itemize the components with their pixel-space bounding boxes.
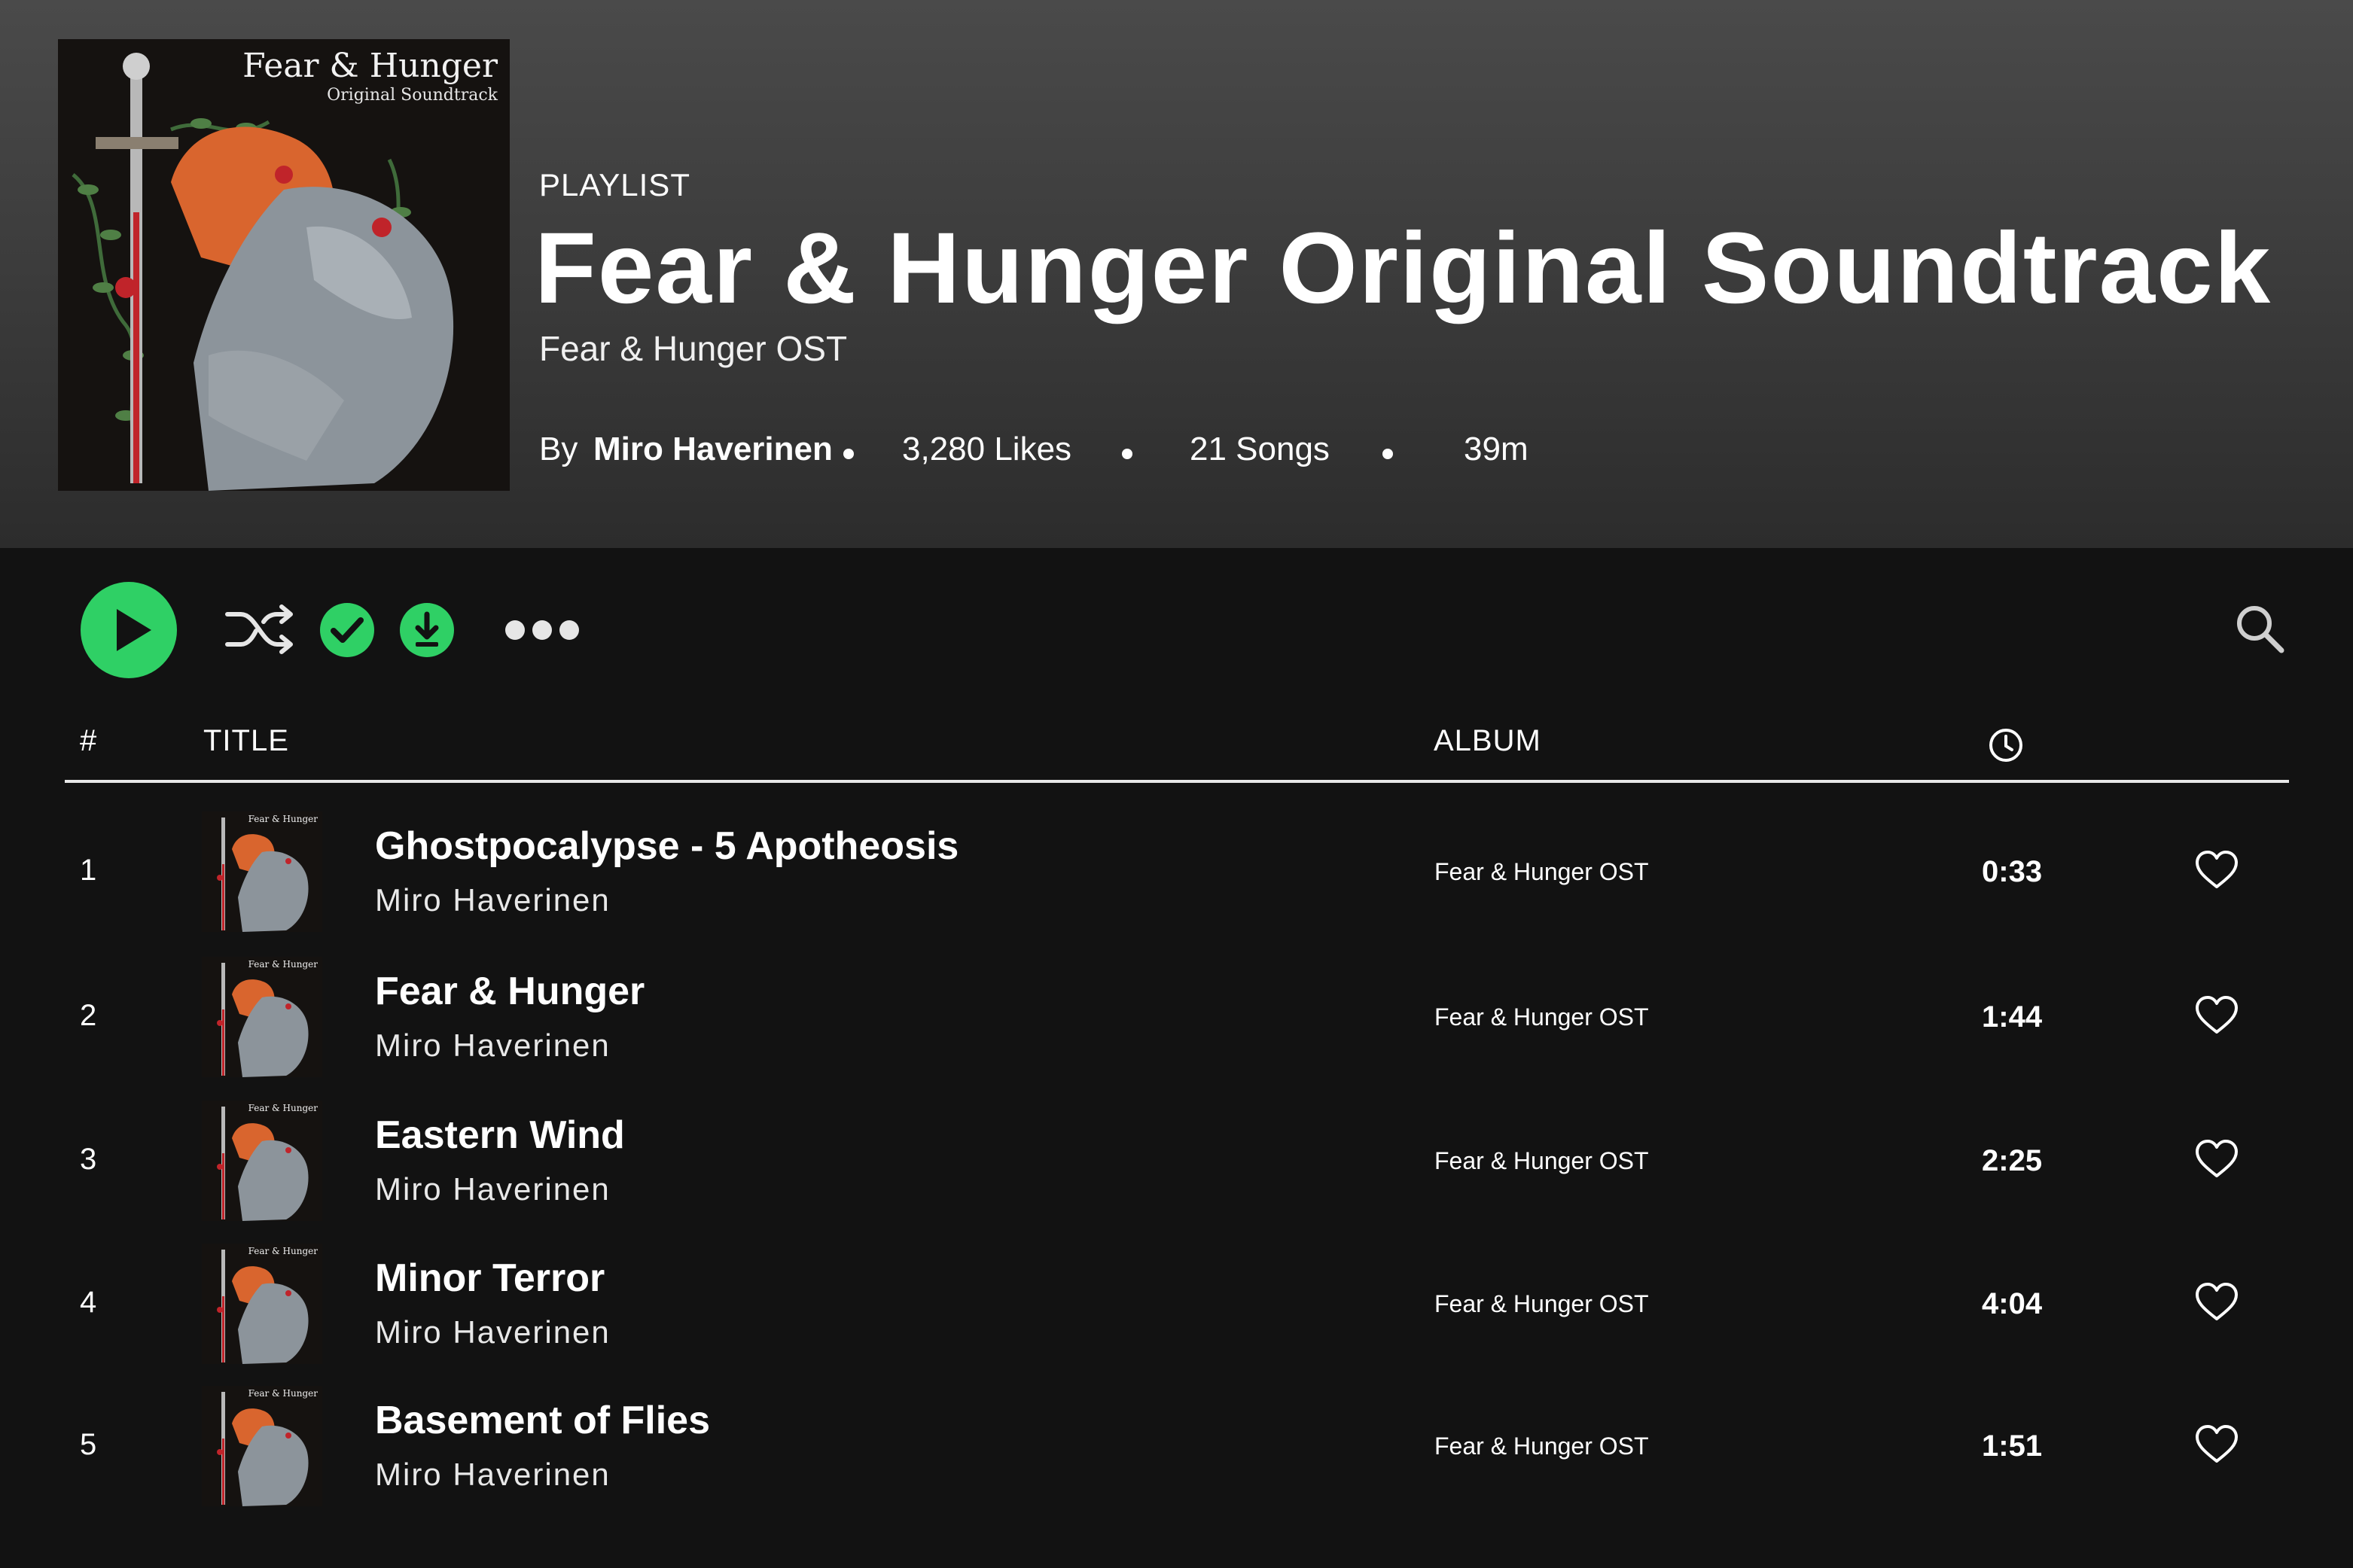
play-icon (117, 609, 151, 651)
track-thumbnail: Fear & Hunger (202, 811, 322, 932)
check-icon[interactable] (319, 602, 375, 658)
track-album[interactable]: Fear & Hunger OST (1434, 1433, 1649, 1460)
track-row[interactable]: 5 Fear & Hunger Basement of Flies Miro Have… (0, 1374, 2353, 1517)
heart-icon[interactable] (2194, 1281, 2239, 1323)
by-label: By (539, 431, 578, 467)
cover-title: Fear & Hunger (242, 47, 498, 85)
track-artist[interactable]: Miro Haverinen (375, 1171, 611, 1207)
track-album[interactable]: Fear & Hunger OST (1434, 1003, 1649, 1031)
meta-separator (1382, 449, 1393, 459)
track-album[interactable]: Fear & Hunger OST (1434, 1290, 1649, 1318)
heart-icon[interactable] (2194, 1423, 2239, 1466)
track-artist[interactable]: Miro Haverinen (375, 1314, 611, 1350)
heart-icon[interactable] (2194, 994, 2239, 1037)
svg-text:Fear & Hunger: Fear & Hunger (248, 1388, 319, 1399)
track-thumbnail: Fear & Hunger (202, 957, 322, 1077)
track-row[interactable]: 1 Fear & Hunger Ghostpocalypse - 5 Apotheo… (0, 799, 2353, 942)
track-row[interactable]: 4 Fear & Hunger Minor Terror Miro Haverinen… (0, 1232, 2353, 1375)
shuffle-icon[interactable] (224, 602, 295, 656)
track-number: 2 (80, 999, 97, 1032)
cover-art-illustration (58, 39, 510, 491)
likes-count: 3,280 Likes (902, 431, 1072, 467)
track-title[interactable]: Ghostpocalypse - 5 Apotheosis (375, 824, 959, 869)
heart-icon[interactable] (2194, 849, 2239, 891)
track-artist[interactable]: Miro Haverinen (375, 1028, 611, 1064)
track-title[interactable]: Eastern Wind (375, 1113, 625, 1158)
page-title: Fear & Hunger Original Soundtrack (535, 212, 2272, 324)
search-icon[interactable] (2233, 602, 2286, 655)
track-row[interactable]: 3 Fear & Hunger Eastern Wind Miro Haverinen… (0, 1088, 2353, 1232)
svg-text:Fear & Hunger: Fear & Hunger (248, 1246, 319, 1256)
track-row[interactable]: 2 Fear & Hunger Fear & Hunger Miro Haverine… (0, 945, 2353, 1088)
track-number: 5 (80, 1428, 97, 1461)
column-header-album[interactable]: ALBUM (1434, 724, 1541, 758)
playlist-type-label: PLAYLIST (539, 167, 690, 202)
svg-text:Fear & Hunger: Fear & Hunger (248, 1103, 319, 1113)
track-duration: 1:51 (1982, 1429, 2043, 1463)
songs-count: 21 Songs (1190, 431, 1330, 467)
column-header-title[interactable]: TITLE (203, 724, 289, 758)
track-thumbnail: Fear & Hunger (202, 1244, 322, 1364)
track-duration: 2:25 (1982, 1144, 2043, 1177)
track-duration: 1:44 (1982, 1000, 2043, 1034)
track-artist[interactable]: Miro Haverinen (375, 882, 611, 918)
track-number: 1 (80, 854, 97, 887)
download-icon[interactable] (399, 602, 455, 658)
track-thumbnail: Fear & Hunger (202, 1101, 322, 1221)
track-title[interactable]: Basement of Flies (375, 1398, 710, 1443)
playlist-cover: Fear & Hunger Original Soundtrack (58, 39, 510, 491)
header-divider (65, 780, 2289, 783)
heart-icon[interactable] (2194, 1138, 2239, 1180)
column-header-number: # (80, 724, 98, 757)
cover-subtitle: Original Soundtrack (327, 86, 498, 105)
total-duration: 39m (1464, 431, 1529, 467)
playlist-description: Fear & Hunger OST (539, 329, 848, 368)
track-duration: 4:04 (1982, 1287, 2043, 1320)
more-icon[interactable] (503, 617, 581, 643)
track-number: 4 (80, 1286, 97, 1319)
track-thumbnail: Fear & Hunger (202, 1386, 322, 1506)
track-album[interactable]: Fear & Hunger OST (1434, 858, 1649, 886)
play-button[interactable] (81, 582, 177, 678)
meta-separator (843, 449, 854, 459)
track-title[interactable]: Fear & Hunger (375, 969, 645, 1014)
track-title[interactable]: Minor Terror (375, 1256, 605, 1301)
track-album[interactable]: Fear & Hunger OST (1434, 1147, 1649, 1175)
track-artist[interactable]: Miro Haverinen (375, 1457, 611, 1493)
track-duration: 0:33 (1982, 855, 2043, 888)
clock-icon[interactable] (1988, 727, 2024, 763)
track-number: 3 (80, 1143, 97, 1176)
svg-text:Fear & Hunger: Fear & Hunger (248, 959, 319, 970)
meta-separator (1122, 449, 1132, 459)
owner-link[interactable]: Miro Haverinen (593, 431, 833, 468)
svg-text:Fear & Hunger: Fear & Hunger (248, 814, 319, 824)
